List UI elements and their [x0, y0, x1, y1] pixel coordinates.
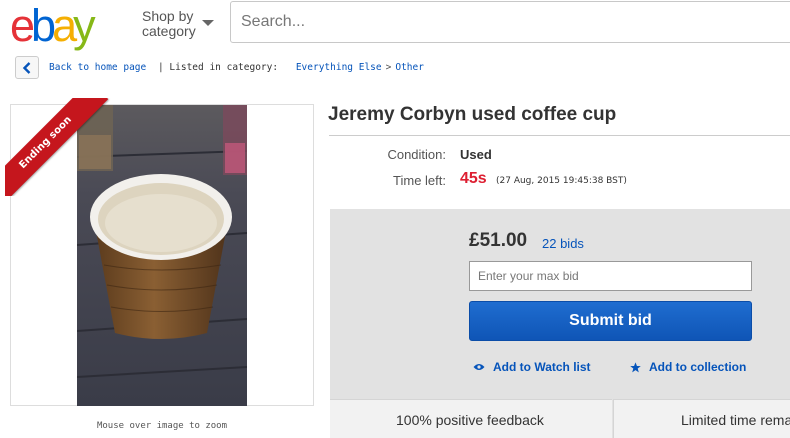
back-to-home-link[interactable]: Back to home page [49, 62, 146, 73]
watch-list-label: Add to Watch list [493, 360, 591, 374]
search-input[interactable] [230, 1, 790, 43]
collection-label: Add to collection [649, 360, 747, 374]
breadcrumb-separator: > [385, 62, 392, 73]
shop-by-line2: category [142, 23, 196, 39]
limited-time-text: Limited time rema [681, 412, 790, 428]
max-bid-input[interactable] [469, 261, 752, 291]
condition-value: Used [460, 147, 492, 162]
shop-by-line1: Shop by [142, 8, 194, 24]
category-link[interactable]: Everything Else [296, 62, 382, 73]
bid-count-link[interactable]: 22 bids [542, 236, 584, 251]
logo-letter-b: b [31, 0, 56, 51]
end-time: (27 Aug, 2015 19:45:38 BST) [496, 176, 627, 186]
logo-letter-e: e [10, 0, 35, 51]
listed-in-label: | Listed in category: [157, 62, 279, 73]
logo-letter-y: y [73, 0, 95, 51]
time-left-label: Time left: [393, 173, 446, 188]
breadcrumb: Back to home page | Listed in category: … [49, 62, 424, 73]
eye-icon [473, 364, 485, 370]
add-to-collection-link[interactable]: Add to collection [630, 360, 746, 374]
ebay-logo[interactable]: ebay [10, 0, 95, 51]
zoom-hint: Mouse over image to zoom [96, 421, 228, 431]
current-price: £51.00 [469, 230, 528, 251]
chevron-left-icon [22, 61, 31, 74]
submit-bid-button[interactable]: Submit bid [469, 301, 752, 341]
item-title: Jeremy Corbyn used coffee cup [328, 104, 617, 125]
back-button[interactable] [15, 56, 39, 79]
ending-soon-ribbon: Ending soon [5, 98, 115, 196]
add-to-watch-list-link[interactable]: Add to Watch list [473, 360, 591, 374]
limited-time-tile: Limited time rema [613, 399, 790, 438]
subcategory-link[interactable]: Other [395, 62, 424, 73]
chevron-down-icon[interactable] [202, 20, 214, 26]
shop-by-category-button[interactable]: Shop by category [142, 9, 196, 39]
time-left-value: 45s [460, 170, 487, 187]
ending-soon-label: Ending soon [5, 98, 109, 196]
feedback-text: 100% positive feedback [396, 412, 544, 428]
logo-letter-a: a [52, 0, 77, 51]
feedback-tile: 100% positive feedback [330, 399, 612, 438]
condition-label: Condition: [387, 147, 446, 162]
star-icon [630, 361, 641, 372]
title-divider [329, 135, 790, 136]
